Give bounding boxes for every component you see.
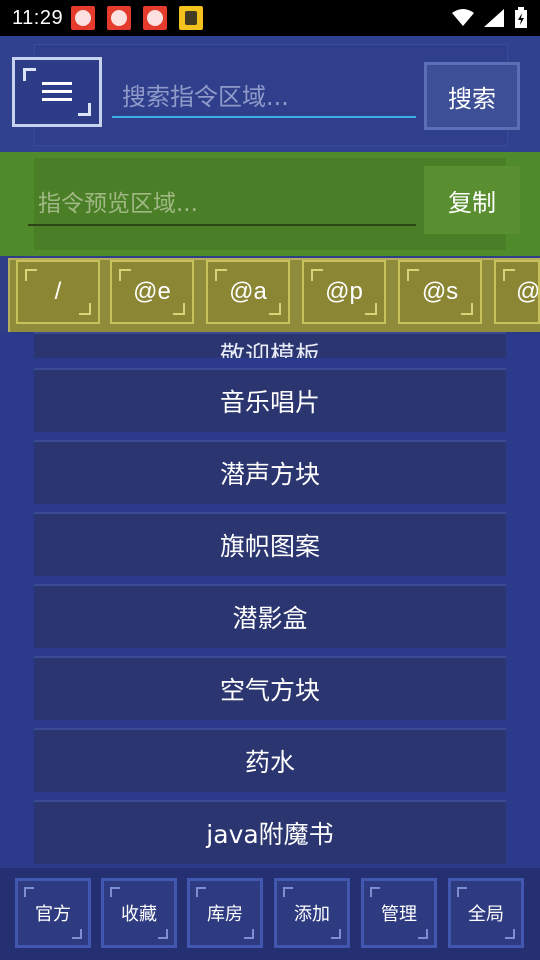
command-preview-input[interactable]: [28, 184, 416, 226]
signal-icon: [484, 9, 504, 27]
nav-official[interactable]: 官方: [15, 878, 91, 948]
app-notification-icon: [143, 6, 168, 30]
hamburger-menu-icon: [42, 82, 72, 101]
list-item[interactable]: 空气方块: [34, 656, 506, 720]
list-item[interactable]: 潜影盒: [34, 584, 506, 648]
nav-favorites[interactable]: 收藏: [101, 878, 177, 948]
app-notification-icon-yellow: [179, 6, 204, 30]
search-button-label: 搜索: [448, 84, 496, 113]
list-item[interactable]: 音乐唱片: [34, 368, 506, 432]
list-item-label: java附魔书: [206, 820, 334, 849]
nav-label: 官方: [35, 904, 71, 925]
status-time: 11:29: [12, 6, 64, 29]
quick-button-label: @s: [421, 278, 459, 305]
copy-button-label: 复制: [448, 188, 496, 217]
search-input[interactable]: [112, 78, 416, 118]
quick-button-at-s[interactable]: @s: [398, 260, 482, 324]
notification-icons: [71, 6, 204, 30]
app-notification-icon: [71, 6, 96, 30]
nav-label: 全局: [468, 904, 504, 925]
battery-icon: [515, 7, 527, 28]
nav-label: 添加: [294, 904, 330, 925]
list-item[interactable]: 药水: [34, 728, 506, 792]
system-icons: [452, 7, 528, 29]
wifi-icon: [452, 9, 474, 26]
quick-button-at-partial[interactable]: @: [494, 260, 540, 324]
quick-button-slash[interactable]: /: [16, 260, 100, 324]
app-notification-icon: [107, 6, 132, 30]
status-bar: 11:29: [0, 0, 540, 36]
menu-button[interactable]: [12, 57, 102, 127]
quick-button-label: @p: [325, 278, 363, 305]
list-item-label: 空气方块: [219, 676, 320, 705]
list-item-label: 敬迎模板: [219, 341, 320, 358]
list-item[interactable]: 旗帜图案: [34, 512, 506, 576]
nav-add[interactable]: 添加: [274, 878, 350, 948]
list-item[interactable]: java附魔书: [34, 800, 506, 864]
quick-button-label: /: [54, 278, 62, 305]
quick-button-at-a[interactable]: @a: [206, 260, 290, 324]
nav-library[interactable]: 库房: [187, 878, 263, 948]
quick-button-at-p[interactable]: @p: [302, 260, 386, 324]
quick-button-label: @e: [133, 278, 171, 305]
copy-button[interactable]: 复制: [424, 166, 520, 234]
list-item-label: 药水: [244, 748, 295, 777]
list-item[interactable]: 潜声方块: [34, 440, 506, 504]
nav-label: 管理: [381, 904, 417, 925]
nav-global[interactable]: 全局: [448, 878, 524, 948]
quick-button-at-e[interactable]: @e: [110, 260, 194, 324]
list-item[interactable]: 敬迎模板: [34, 332, 506, 358]
search-button[interactable]: 搜索: [424, 62, 520, 130]
nav-label: 收藏: [121, 904, 157, 925]
quick-button-label: @a: [229, 278, 267, 305]
nav-manage[interactable]: 管理: [361, 878, 437, 948]
list-item-label: 音乐唱片: [219, 388, 320, 417]
corner-decoration: [23, 68, 36, 81]
nav-label: 库房: [207, 904, 243, 925]
list-item-label: 潜声方块: [219, 460, 320, 489]
list-item-label: 旗帜图案: [219, 532, 320, 561]
quick-button-label: @: [516, 278, 540, 305]
corner-decoration: [78, 103, 91, 116]
list-item-label: 潜影盒: [232, 604, 308, 633]
